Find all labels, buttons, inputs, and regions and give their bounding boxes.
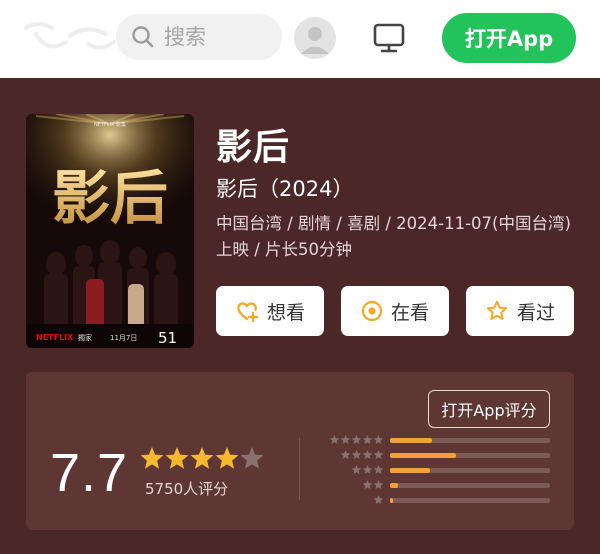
rating-stars	[140, 447, 264, 469]
dist-stars-icon	[362, 480, 384, 490]
target-icon	[361, 300, 383, 322]
watching-label: 在看	[390, 301, 429, 324]
dist-bar-fill	[390, 498, 394, 503]
heart-plus-icon	[237, 302, 259, 323]
dist-bar-fill	[390, 453, 456, 458]
rating-count: 5750人评分	[145, 480, 229, 498]
rating-dist-row	[324, 464, 554, 478]
douban-logo[interactable]	[18, 14, 128, 60]
search-bar[interactable]	[116, 14, 282, 60]
rating-dist-row	[324, 494, 554, 508]
svg-text:NETFLIX: NETFLIX	[36, 333, 74, 342]
search-icon	[132, 26, 154, 48]
dist-bar-track	[390, 453, 550, 458]
open-app-button[interactable]: 打开App	[442, 13, 576, 63]
dist-stars-icon	[351, 465, 384, 475]
rating-dist-row	[324, 479, 554, 493]
watched-label: 看过	[516, 301, 555, 324]
svg-text:獨家: 獨家	[78, 333, 92, 342]
user-avatar-icon[interactable]	[294, 17, 336, 59]
dist-bar-track	[390, 438, 550, 443]
rating-dist-row	[324, 449, 554, 463]
dist-bar-fill	[390, 438, 432, 443]
dist-bar-track	[390, 468, 550, 473]
watched-button[interactable]: 看过	[466, 286, 574, 336]
svg-text:11月7日: 11月7日	[110, 334, 137, 342]
dist-stars-icon	[373, 495, 384, 505]
watching-button[interactable]: 在看	[341, 286, 449, 336]
search-input[interactable]	[162, 24, 266, 50]
movie-title: 影后	[216, 127, 291, 168]
dist-stars-icon	[329, 435, 384, 445]
svg-text:NETFLIX 影集: NETFLIX 影集	[94, 121, 126, 128]
top-bar: 打开App	[0, 0, 600, 78]
dist-bar-fill	[390, 468, 430, 473]
want-to-watch-label: 想看	[266, 301, 305, 324]
divider	[299, 438, 300, 500]
monitor-icon[interactable]	[371, 20, 407, 56]
star-filled-icon	[140, 447, 164, 469]
movie-hero: 影后 NETFLIX 獨家 11月7日 51 NETFLIX 影集 影后 影后（…	[0, 78, 600, 554]
rating-distribution	[324, 434, 554, 514]
star-empty-icon	[240, 447, 264, 469]
dist-bar-fill	[390, 483, 398, 488]
poster-title-text: 影后	[52, 164, 168, 232]
star-filled-icon	[165, 447, 189, 469]
dist-bar-track	[390, 483, 550, 488]
movie-poster[interactable]: 影后 NETFLIX 獨家 11月7日 51 NETFLIX 影集	[26, 114, 194, 348]
movie-subtitle: 影后（2024）	[216, 177, 354, 201]
rating-panel: 打开App评分 7.7 5750人评分	[26, 372, 574, 530]
rating-score: 7.7	[50, 443, 129, 503]
rating-dist-row	[324, 434, 554, 448]
movie-meta: 中国台湾 / 剧情 / 喜剧 / 2024-11-07(中国台湾)上映 / 片长…	[216, 214, 571, 259]
dist-stars-icon	[340, 450, 384, 460]
want-to-watch-button[interactable]: 想看	[216, 286, 324, 336]
dist-bar-track	[390, 498, 550, 503]
star-filled-icon	[215, 447, 239, 469]
star-filled-icon	[190, 447, 214, 469]
open-app-rate-button[interactable]: 打开App评分	[428, 390, 550, 428]
star-outline-icon	[486, 300, 507, 320]
svg-text:51: 51	[158, 329, 177, 347]
